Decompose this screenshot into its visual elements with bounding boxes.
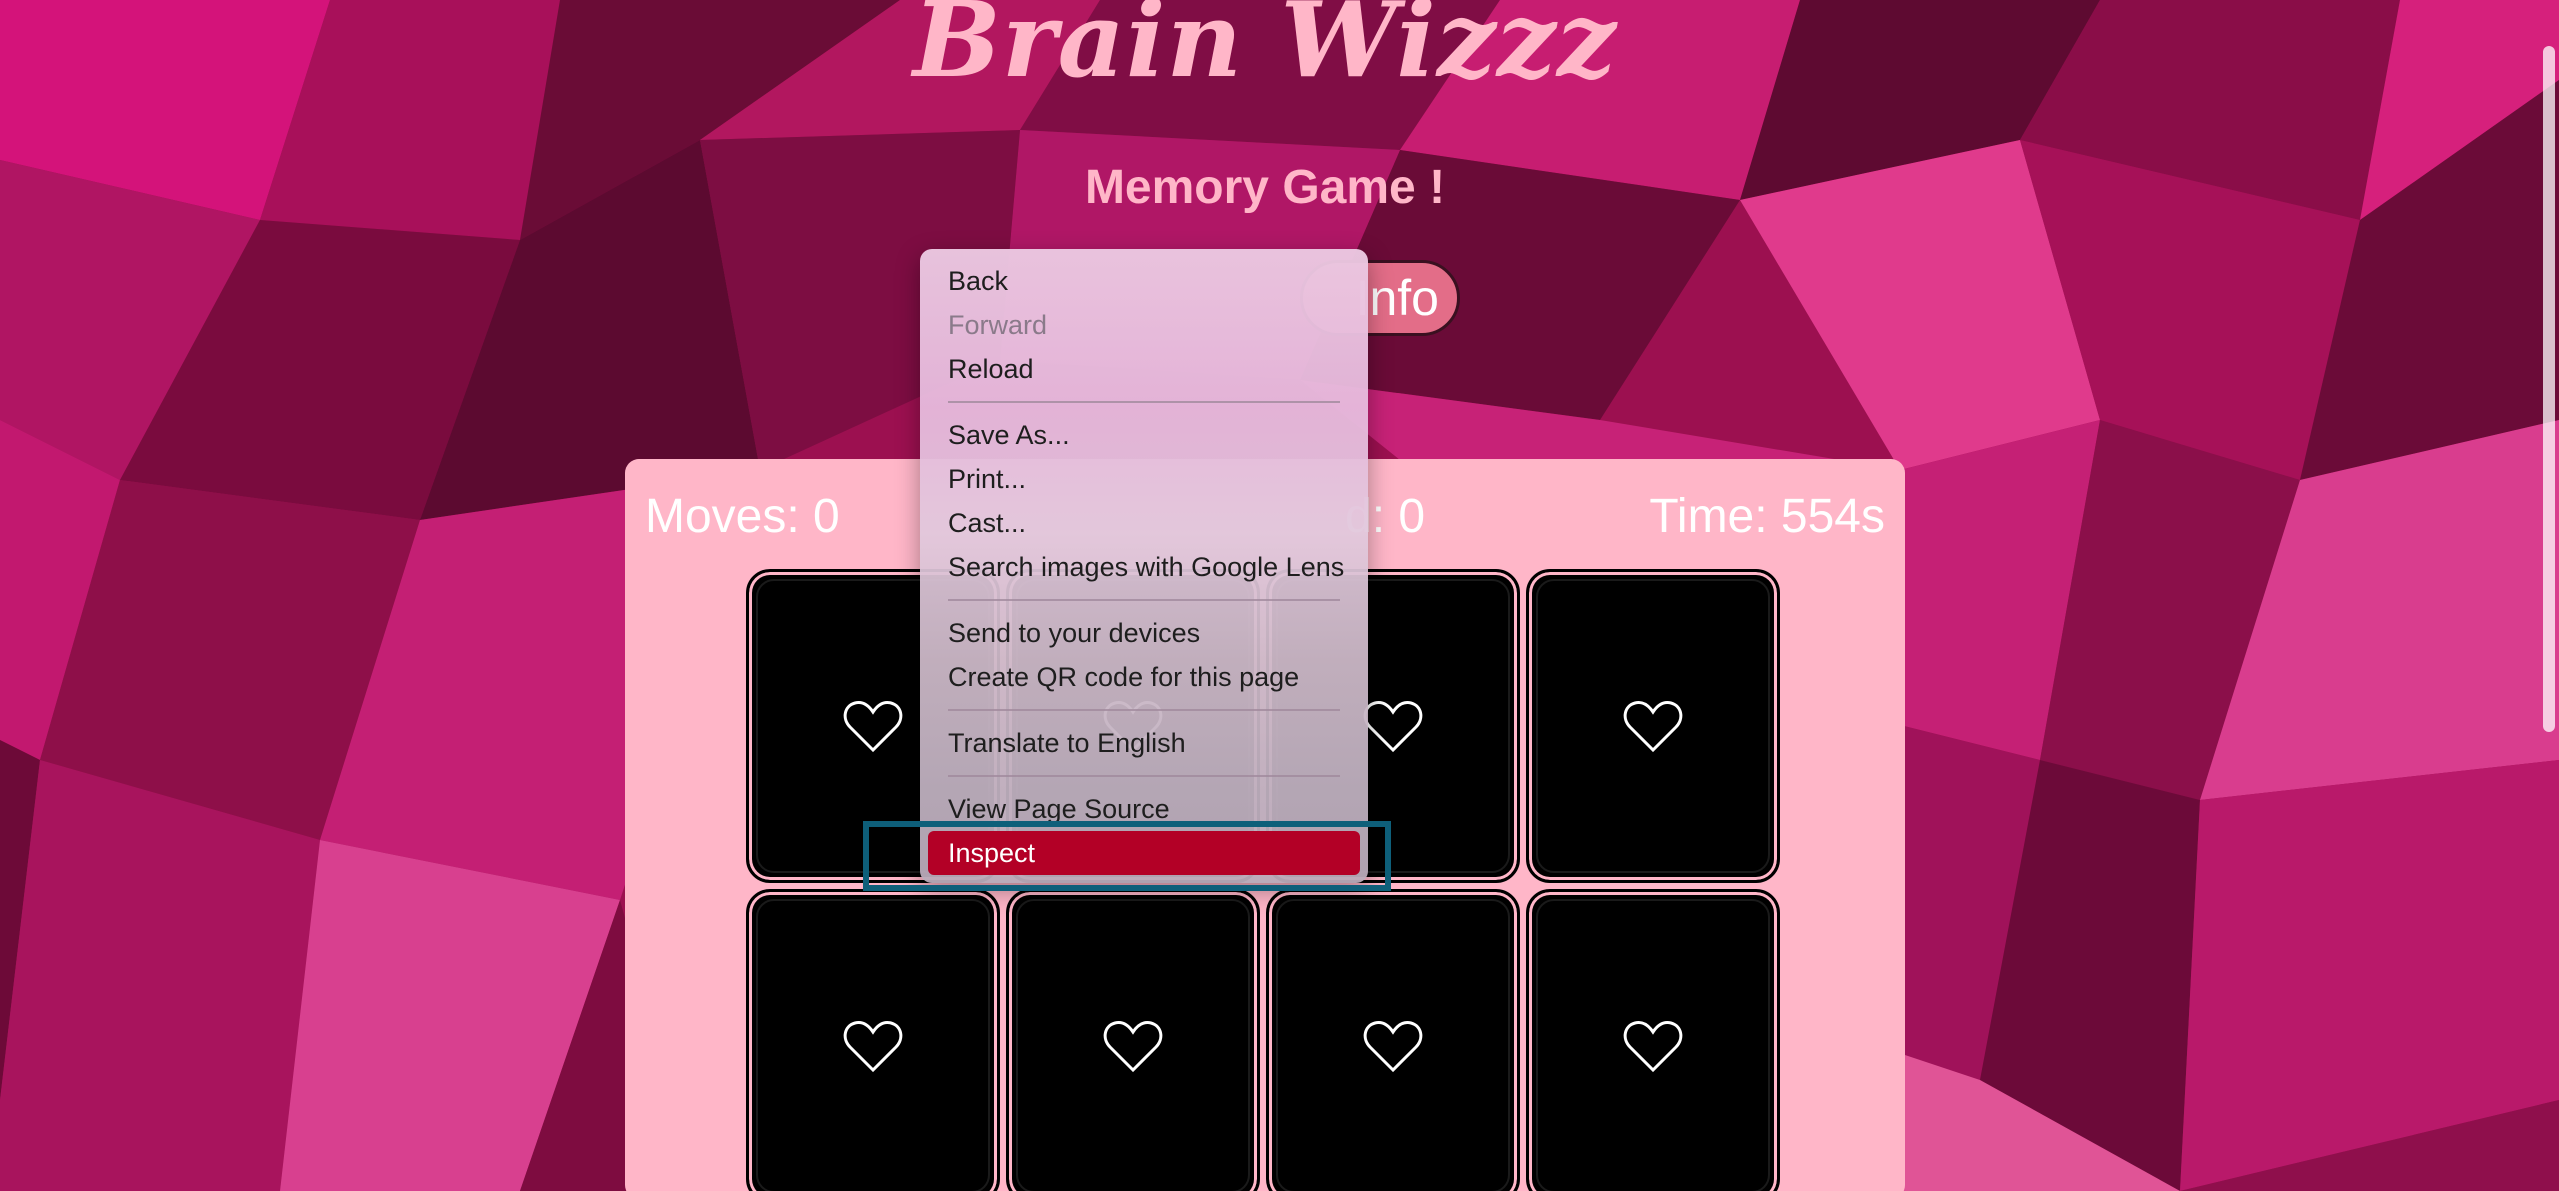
- scrollbar-thumb[interactable]: [2543, 46, 2555, 732]
- scrollbar[interactable]: [2539, 0, 2559, 1191]
- menu-separator: [948, 709, 1340, 711]
- menu-item-inspect[interactable]: Inspect: [928, 831, 1360, 875]
- menu-item-google-lens[interactable]: Search images with Google Lens: [920, 545, 1368, 589]
- page-title: Brain Wizzz: [912, 0, 1618, 101]
- menu-item-view-source[interactable]: View Page Source: [920, 787, 1368, 831]
- heart-outline-icon: [1623, 701, 1683, 753]
- context-menu: Back Forward Reload Save As... Print... …: [920, 249, 1368, 883]
- menu-item-create-qr[interactable]: Create QR code for this page: [920, 655, 1368, 699]
- memory-card[interactable]: [1526, 569, 1780, 883]
- heart-outline-icon: [1363, 701, 1423, 753]
- memory-card[interactable]: [1006, 889, 1260, 1191]
- menu-item-back[interactable]: Back: [920, 259, 1368, 303]
- page-subtitle: Memory Game !: [1084, 161, 1446, 214]
- heart-outline-icon: [843, 701, 903, 753]
- memory-card[interactable]: [1526, 889, 1780, 1191]
- moves-counter: Moves: 0: [645, 490, 840, 543]
- heart-outline-icon: [1623, 1021, 1683, 1073]
- menu-item-reload[interactable]: Reload: [920, 347, 1368, 391]
- menu-item-cast[interactable]: Cast...: [920, 501, 1368, 545]
- menu-item-forward: Forward: [948, 310, 1048, 340]
- heart-outline-icon: [1103, 1021, 1163, 1073]
- menu-item-save-as[interactable]: Save As...: [920, 413, 1368, 457]
- memory-card[interactable]: [1266, 889, 1520, 1191]
- menu-separator: [948, 401, 1340, 403]
- menu-separator: [948, 599, 1340, 601]
- menu-item-print[interactable]: Print...: [920, 457, 1368, 501]
- memory-card[interactable]: [746, 889, 1000, 1191]
- menu-item-send-to-devices[interactable]: Send to your devices: [920, 611, 1368, 655]
- time-counter: Time: 554s: [1649, 490, 1885, 543]
- heart-outline-icon: [1363, 1021, 1423, 1073]
- menu-item-translate[interactable]: Translate to English: [920, 721, 1368, 765]
- menu-separator: [948, 775, 1340, 777]
- heart-outline-icon: [843, 1021, 903, 1073]
